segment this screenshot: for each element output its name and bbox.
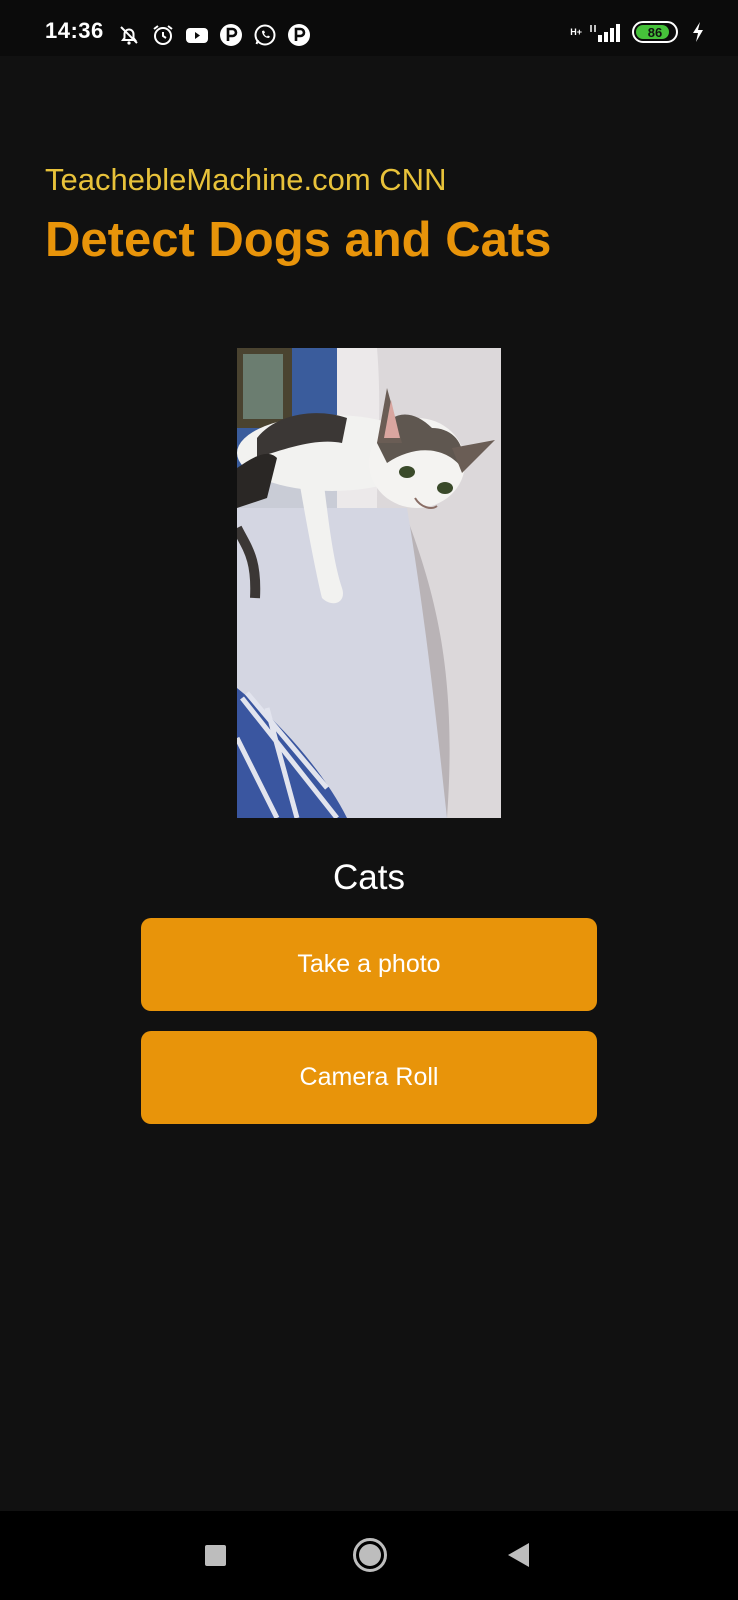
recents-square-icon[interactable] — [205, 1545, 226, 1566]
back-triangle-icon[interactable] — [508, 1543, 529, 1567]
whatsapp-icon — [253, 23, 277, 47]
app-title: Detect Dogs and Cats — [45, 213, 552, 267]
alarm-icon — [151, 23, 175, 47]
charging-icon — [686, 20, 710, 44]
status-bar: 14:36 H+ 86 — [0, 0, 738, 56]
system-nav-bar — [0, 1511, 738, 1600]
home-circle-inner — [359, 1544, 381, 1566]
notification-icons — [117, 20, 311, 50]
selected-photo — [237, 348, 501, 818]
muted-bell-icon — [117, 23, 141, 47]
system-icons: H+ 86 — [570, 20, 710, 44]
prediction-label: Cats — [333, 858, 405, 897]
youtube-icon — [185, 23, 209, 47]
status-time: 14:36 — [45, 18, 104, 43]
network-type: H+ — [570, 26, 582, 37]
p-app-icon — [287, 23, 311, 47]
signal-icon — [590, 20, 624, 44]
home-circle-icon[interactable] — [353, 1538, 387, 1572]
battery-icon: 86 — [632, 21, 678, 43]
take-photo-button[interactable]: Take a photo — [141, 918, 597, 1011]
p-app-icon — [219, 23, 243, 47]
camera-roll-button[interactable]: Camera Roll — [141, 1031, 597, 1124]
app-subtitle: TeachebleMachine.com CNN — [45, 162, 447, 197]
battery-percent: 86 — [647, 24, 663, 40]
